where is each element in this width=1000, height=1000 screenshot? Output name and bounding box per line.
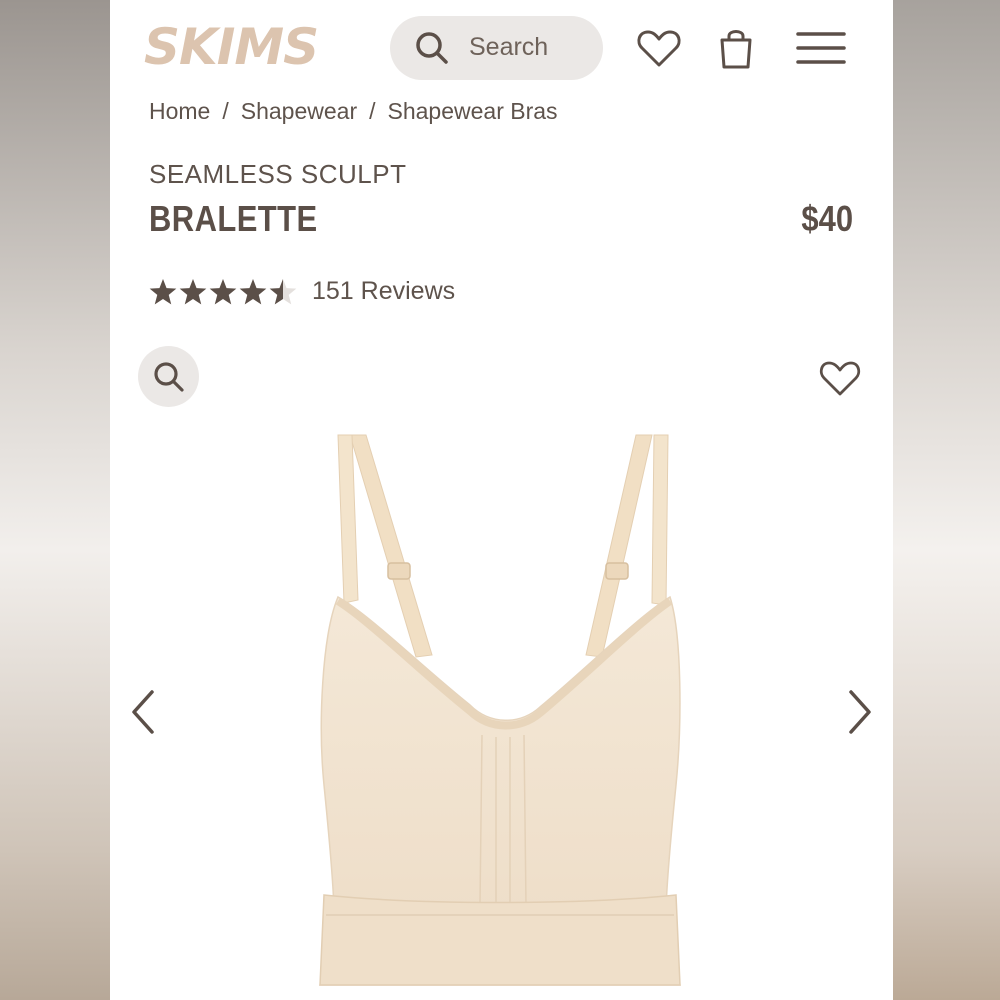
breadcrumb: Home / Shapewear / Shapewear Bras: [149, 98, 558, 125]
hamburger-menu-icon[interactable]: [796, 24, 846, 72]
breadcrumb-separator: /: [222, 98, 229, 124]
rating[interactable]: 151 Reviews: [148, 274, 455, 310]
product-price: $40: [801, 198, 853, 239]
breadcrumb-shapewear[interactable]: Shapewear: [241, 98, 357, 124]
star-filled: [239, 279, 267, 305]
background-right: [893, 0, 1000, 1000]
search-icon: [416, 32, 448, 64]
star-filled: [149, 279, 177, 305]
breadcrumb-shapewear-bras[interactable]: Shapewear Bras: [388, 98, 558, 124]
zoom-button[interactable]: [138, 346, 199, 407]
star-rating: [149, 279, 297, 305]
product-collection: SEAMLESS SCULPT: [149, 159, 407, 189]
breadcrumb-home[interactable]: Home: [149, 98, 210, 124]
chevron-right-icon[interactable]: [843, 688, 877, 736]
breadcrumb-separator: /: [369, 98, 376, 124]
product-page: SKIMS Search Home / Shapewear / Shapewear Br…: [110, 0, 893, 1000]
search-bar[interactable]: Search: [390, 16, 603, 80]
star-filled: [209, 279, 237, 305]
logo-text: SKIMS: [144, 20, 318, 72]
product-name: BRALETTE: [149, 198, 318, 239]
shopping-bag-icon[interactable]: [712, 24, 760, 72]
heart-icon[interactable]: [635, 24, 683, 72]
reviews-link[interactable]: 151 Reviews: [312, 277, 455, 306]
background-left: [0, 0, 110, 1000]
product-image: [319, 434, 681, 986]
chevron-left-icon[interactable]: [126, 688, 160, 736]
zoom-icon: [154, 362, 184, 392]
star-filled: [179, 279, 207, 305]
wishlist-heart-icon[interactable]: [818, 358, 862, 398]
search-placeholder: Search: [469, 33, 549, 61]
skims-logo[interactable]: SKIMS: [144, 20, 344, 72]
